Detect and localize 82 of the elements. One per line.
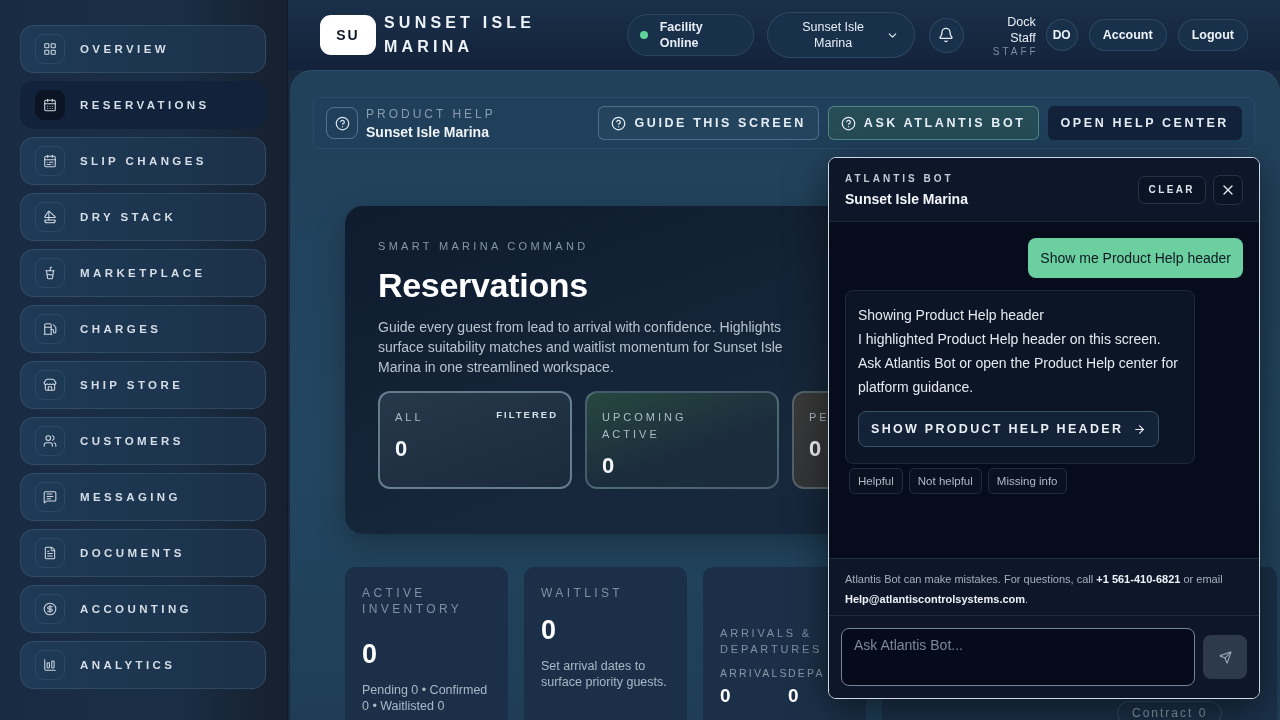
grid-icon [43, 42, 57, 56]
document-icon [43, 546, 57, 560]
card-value: 0 [362, 639, 379, 670]
column-label: ARRIVALS [720, 667, 788, 679]
help-title: Sunset Isle Marina [366, 123, 490, 140]
message-input[interactable]: Ask Atlantis Bot... [841, 628, 1195, 686]
nav-item[interactable]: ANALYTICS [20, 641, 266, 689]
nav-item[interactable]: MARKETPLACE [20, 249, 266, 297]
notifications-button[interactable] [928, 17, 964, 53]
feedback-button[interactable]: Not helpful [908, 468, 982, 494]
tile-label: PE [809, 410, 830, 425]
disclaimer-text: Atlantis Bot can make mistakes. For questions, call +1 561-410-6821 or email Help@atlantiscontrolsystems.com. [829, 558, 1259, 616]
nav-item[interactable]: OVERVIEW [20, 25, 266, 73]
nav-item[interactable]: CUSTOMERS [20, 417, 266, 465]
nav-item[interactable]: CHARGES [20, 305, 266, 353]
help-action-button[interactable]: GUIDE THIS SCREEN [598, 106, 819, 140]
filter-tile[interactable]: ALL FILTERED 0 [378, 391, 572, 489]
filter-tile[interactable]: UPCOMING ACTIVE 0 [585, 391, 779, 489]
tile-label: ALL [395, 410, 424, 425]
user-avatar[interactable]: DO [1045, 19, 1078, 51]
nav-item[interactable]: RESERVATIONS [20, 81, 266, 129]
user-name: Dock Staff [1006, 13, 1036, 46]
tile-label: UPCOMING ACTIVE [602, 410, 688, 442]
send-icon [1218, 650, 1232, 664]
help-action-button[interactable]: ASK ATLANTIS BOT [827, 106, 1039, 140]
nav-item[interactable]: SLIP CHANGES [20, 137, 266, 185]
column-value: 0 [788, 685, 800, 707]
chat-eyebrow: ATLANTIS BOT [845, 172, 955, 184]
help-action-button[interactable]: OPEN HELP CENTER [1047, 106, 1242, 140]
help-icon [840, 115, 856, 131]
user-message: Show me Product Help header [1028, 238, 1243, 278]
tile-tag: FILTERED [496, 409, 558, 420]
chat-icon [43, 490, 57, 504]
feedback-button[interactable]: Missing info [987, 468, 1067, 494]
hero-eyebrow: SMART MARINA COMMAND [378, 240, 590, 252]
help-icon [611, 115, 627, 131]
show-header-button[interactable]: SHOW PRODUCT HELP HEADER [858, 411, 1160, 447]
nav-item[interactable]: DOCUMENTS [20, 529, 266, 577]
card-value: 0 [541, 615, 558, 646]
calendar-icon [43, 154, 57, 168]
location-select[interactable]: Sunset Isle Marina [766, 12, 915, 58]
clear-button[interactable]: CLEAR [1137, 175, 1206, 204]
store-icon [43, 378, 57, 392]
card-label: WAITLIST [541, 585, 625, 601]
bar-chart-icon [43, 658, 57, 672]
fuel-pump-icon [43, 322, 57, 336]
card-label: ARRIVALS & DEPARTURES [720, 626, 824, 657]
cup-icon [43, 266, 57, 280]
tile-value: 0 [602, 453, 616, 479]
message-title: Showing Product Help header [858, 306, 1045, 325]
card-label: ACTIVE INVENTORY [362, 585, 464, 617]
help-eyebrow: PRODUCT HELP [366, 106, 496, 121]
chat-title: Sunset Isle Marina [845, 190, 969, 207]
people-icon [43, 434, 57, 448]
help-icon [326, 107, 358, 139]
account-button[interactable]: Account [1088, 19, 1167, 51]
boat-icon [43, 210, 57, 224]
nav-item[interactable]: SHIP STORE [20, 361, 266, 409]
arrow-right-icon [1133, 422, 1147, 436]
card-note: Set arrival dates to surface priority guests. [541, 658, 668, 690]
brand-logo: SU [320, 15, 376, 55]
calendar-icon [43, 98, 57, 112]
card-note: Pending 0 • Confirmed 0 • Waitlisted 0 [362, 682, 489, 714]
column-label: DEPA [788, 667, 826, 679]
tile-value: 0 [809, 436, 823, 462]
page-description: Guide every guest from lead to arrival with confidence. Highlights surface suitability matches and waitlist momentum for Sunset Isle Marina in one streamlined workspace. [378, 318, 784, 377]
close-button[interactable] [1213, 174, 1243, 205]
nav-item[interactable]: MESSAGING [20, 473, 266, 521]
nav-item[interactable]: DRY STACK [20, 193, 266, 241]
feedback-button[interactable]: Helpful [849, 468, 903, 494]
status-text: Facility Online [659, 19, 704, 51]
user-role: STAFF [992, 45, 1039, 57]
nav-item[interactable]: ACCOUNTING [20, 585, 266, 633]
brand-name: SUNSET ISLE MARINA [384, 13, 537, 57]
bell-icon [938, 27, 955, 43]
message-text: I highlighted Product Help header on this screen. Ask Atlantis Bot or open the Product Help center for platform guidance. [858, 330, 1179, 397]
page-title: Reservations [378, 266, 589, 305]
dollar-icon [43, 602, 57, 616]
column-value: 0 [720, 685, 732, 707]
tile-value: 0 [395, 436, 409, 462]
logout-button[interactable]: Logout [1177, 19, 1248, 51]
send-button[interactable] [1203, 635, 1247, 679]
